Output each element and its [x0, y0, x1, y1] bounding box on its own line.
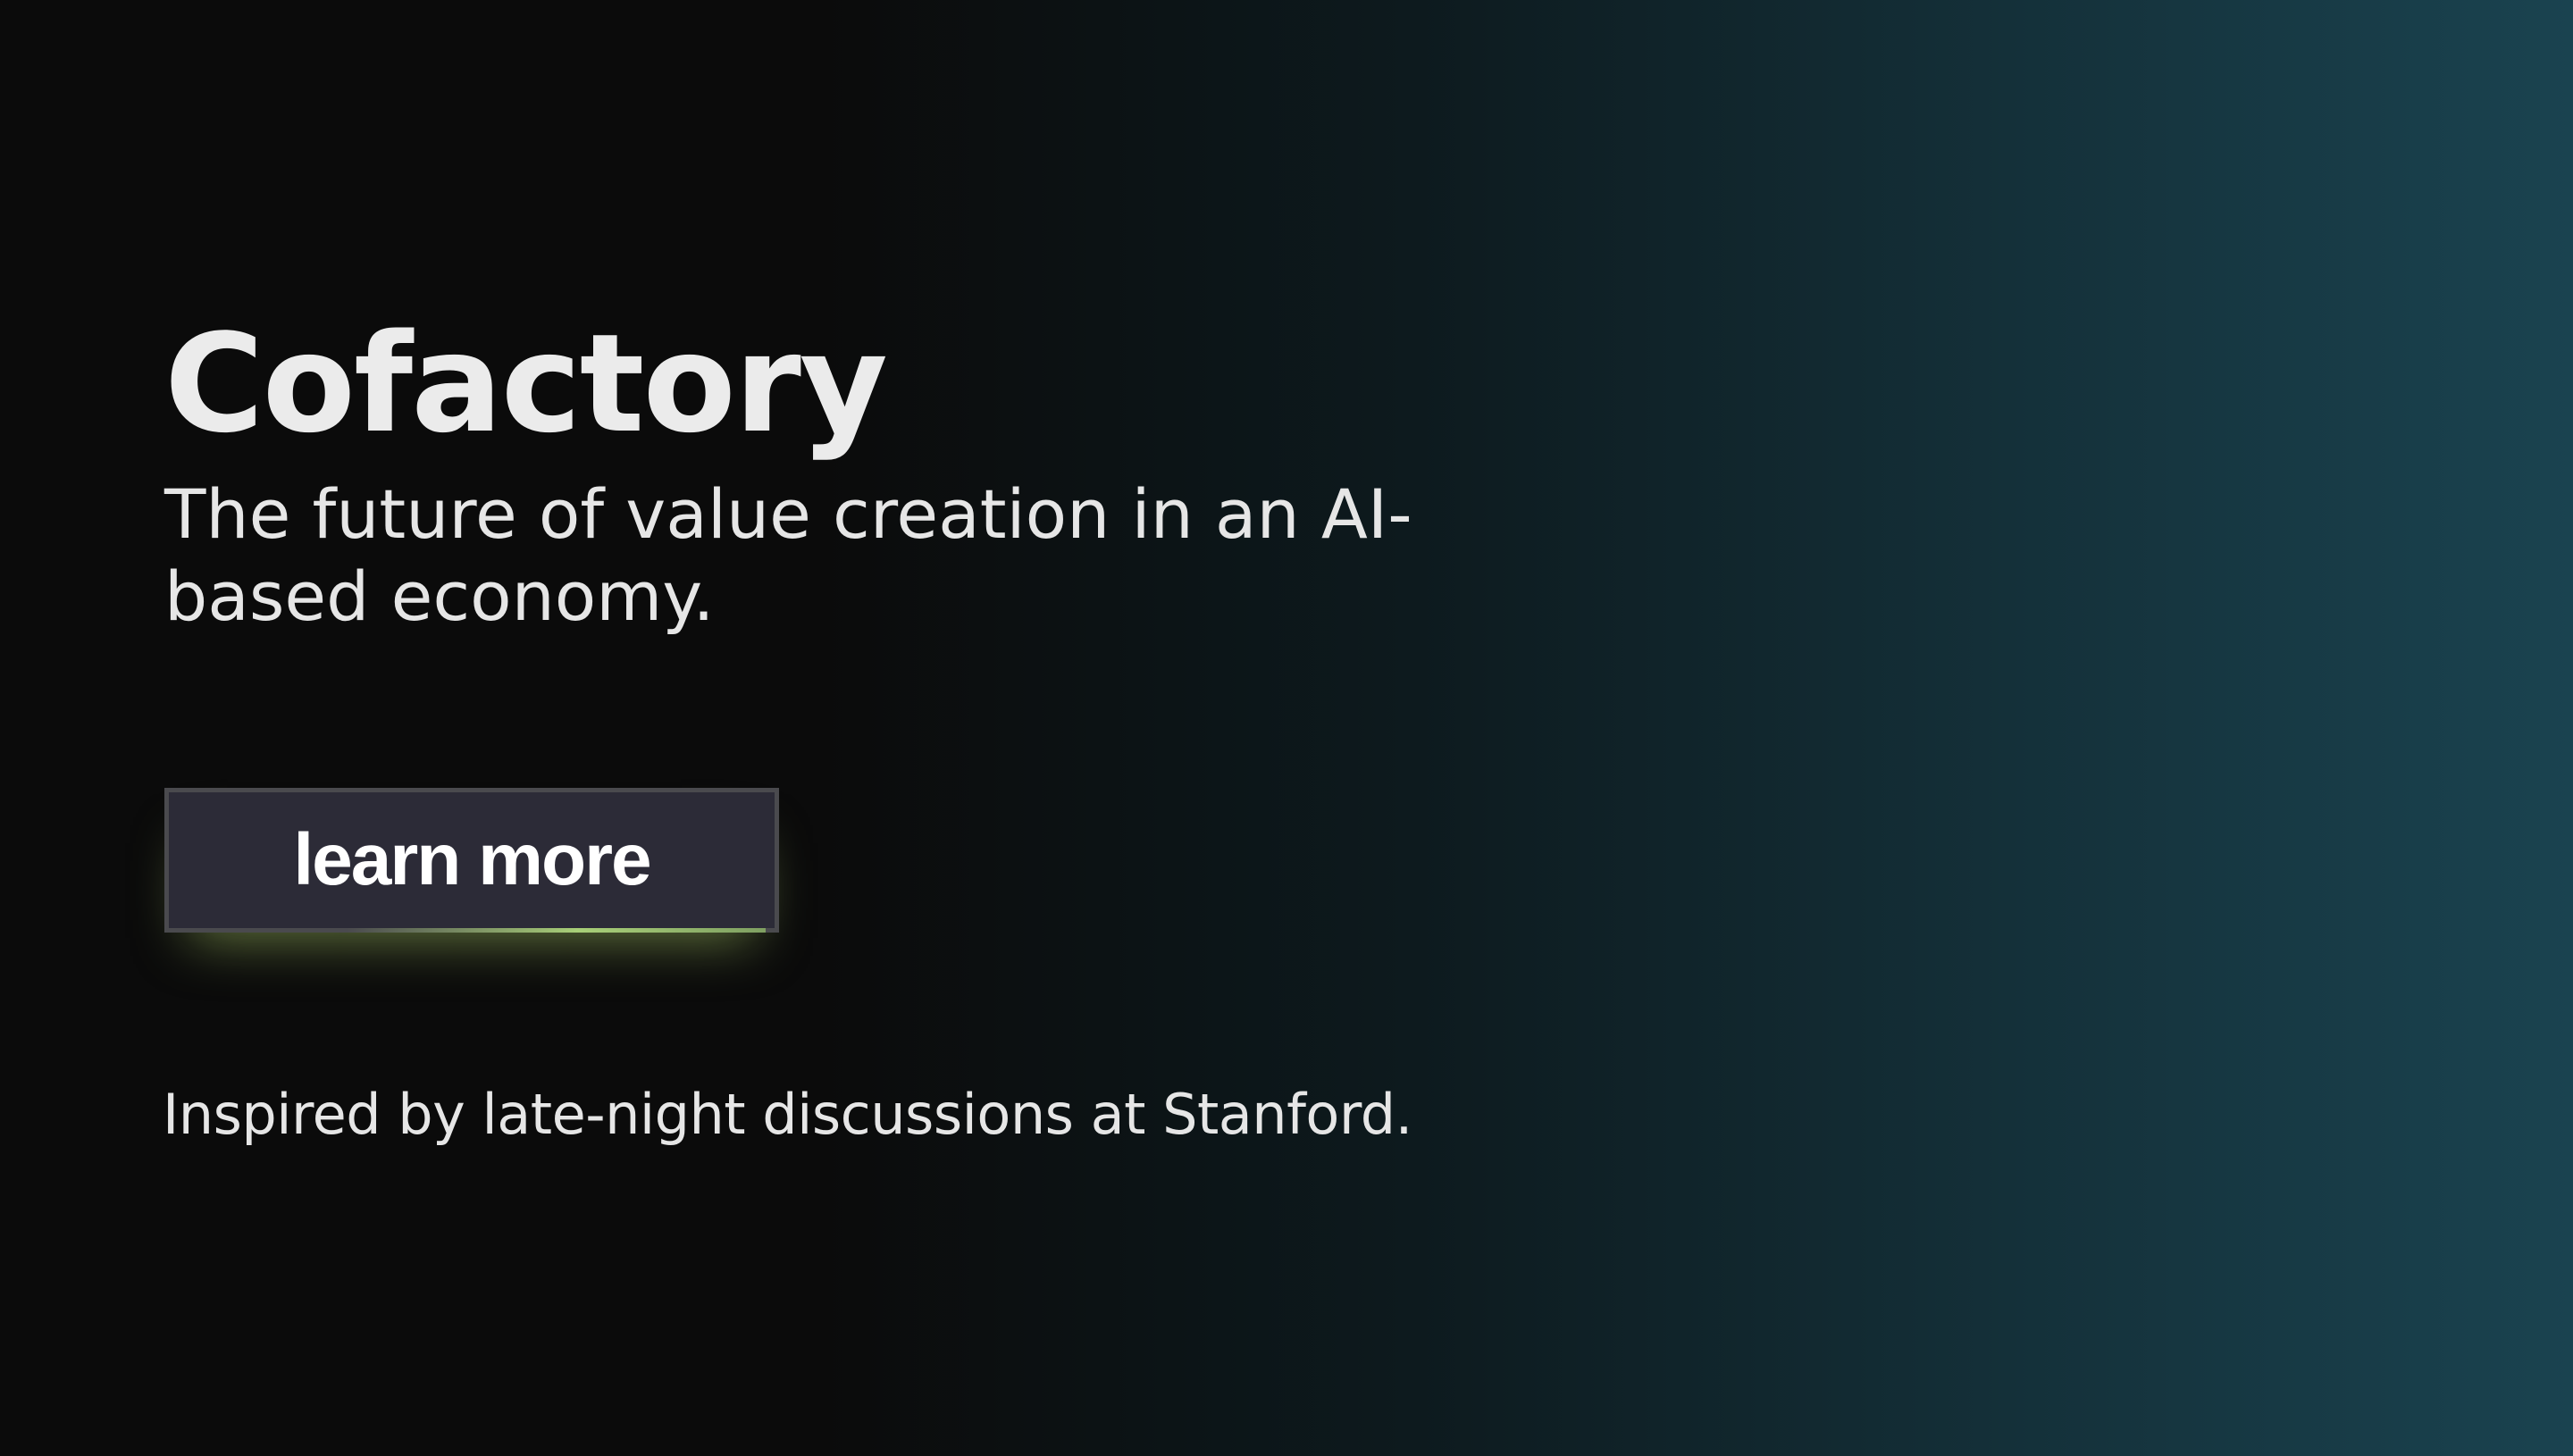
- learn-more-label: learn more: [293, 819, 651, 900]
- page-title: Cofactory: [164, 305, 888, 463]
- learn-more-button[interactable]: learn more: [164, 788, 779, 933]
- inspiration-note: Inspired by late-night discussions at St…: [163, 1082, 1412, 1147]
- landing-page: { "hero": { "title": "Cofactory", "tagli…: [0, 0, 2573, 1456]
- tagline: The future of value creation in an AI-ba…: [164, 474, 1412, 636]
- hero-section: Cofactory The future of value creation i…: [164, 304, 1504, 638]
- button-glow-accent: [348, 928, 766, 933]
